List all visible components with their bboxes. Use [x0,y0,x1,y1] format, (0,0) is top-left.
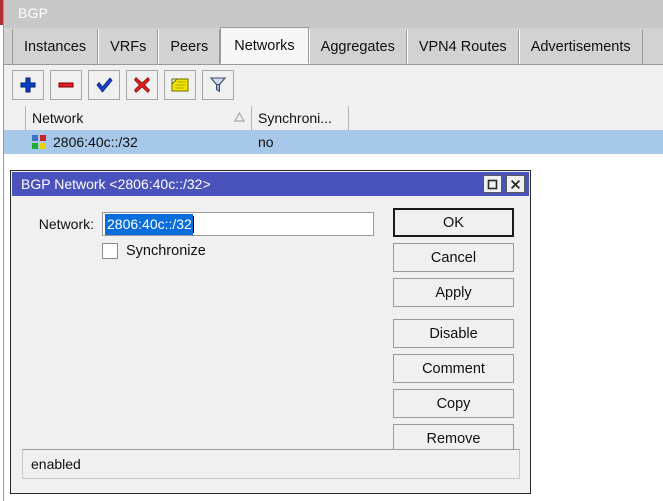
tab-aggregates[interactable]: Aggregates [308,29,407,64]
table-header-row: Network Synchroni... [4,106,663,130]
toolbar-buttons [12,70,234,100]
dialog-title: BGP Network <2806:40c::/32> [21,176,211,192]
copy-button[interactable]: Copy [393,389,514,418]
text-caret [192,215,194,233]
network-field-label: Network: [38,216,94,232]
column-header-synchronize[interactable]: Synchroni... [252,106,349,130]
toolbar [4,64,663,106]
column-header-network[interactable]: Network [26,106,252,130]
sort-ascending-icon [234,112,245,122]
window-accent-sliver [0,0,3,25]
dialog-title-bar[interactable]: BGP Network <2806:40c::/32> [12,172,529,196]
maximize-button[interactable] [483,175,502,193]
ok-button[interactable]: OK [393,208,514,237]
row-cell-network-value: 2806:40c::/32 [53,134,138,150]
dialog-window-controls [483,175,525,193]
dialog-body: Network: 2806:40c::/32 Synchronize OK Ca… [12,196,529,492]
remove-button[interactable] [50,70,82,100]
row-cell-network: 2806:40c::/32 [26,130,252,154]
tab-peers[interactable]: Peers [158,29,221,64]
column-header-filler [349,106,663,130]
check-icon [95,77,113,93]
bgp-network-dialog: BGP Network <2806:40c::/32> Network: 280… [10,170,531,494]
minus-icon [58,82,74,88]
table-row[interactable]: 2806:40c::/32 no [4,130,663,154]
bgp-window: BGP Instances VRFs Peers Networks Aggreg… [0,0,663,501]
close-icon [510,179,521,189]
table-header-gutter [4,106,26,130]
column-header-synchronize-label: Synchroni... [258,110,332,126]
disable-dialog-button[interactable]: Disable [393,319,514,348]
filter-button[interactable] [202,70,234,100]
close-button[interactable] [506,175,525,193]
tab-instances[interactable]: Instances [12,29,99,64]
add-button[interactable] [12,70,44,100]
row-cell-synchronize: no [258,134,274,150]
apply-button[interactable]: Apply [393,278,514,307]
synchronize-checkbox[interactable] [102,243,118,259]
synchronize-checkbox-row[interactable]: Synchronize [102,243,206,259]
cancel-button[interactable]: Cancel [393,243,514,272]
tab-advertisements[interactable]: Advertisements [518,29,643,64]
synchronize-label: Synchronize [126,243,206,259]
cross-icon [134,76,150,94]
plus-icon [20,77,36,93]
maximize-icon [487,179,498,189]
network-input-value: 2806:40c::/32 [105,213,193,235]
tab-vpn4-routes[interactable]: VPN4 Routes [406,29,519,64]
comment-button[interactable] [164,70,196,100]
tab-vrfs[interactable]: VRFs [98,29,159,64]
dialog-button-column: OK Cancel Apply Disable Comment Copy Rem… [393,208,514,459]
column-header-network-label: Network [32,110,84,126]
note-icon [171,78,189,92]
tab-networks[interactable]: Networks [220,27,309,64]
disable-button[interactable] [126,70,158,100]
tab-strip: Instances VRFs Peers Networks Aggregates… [4,27,663,64]
network-quad-icon [32,135,46,149]
window-bottom-filler [4,494,663,501]
network-input[interactable]: 2806:40c::/32 [102,212,374,236]
comment-dialog-button[interactable]: Comment [393,354,514,383]
window-title: BGP [18,5,49,21]
window-title-bar: BGP [4,0,663,28]
row-gutter [4,130,26,154]
network-field-row: Network: 2806:40c::/32 [30,212,390,236]
enable-button[interactable] [88,70,120,100]
tabs-row: Instances VRFs Peers Networks Aggregates… [12,27,643,64]
dialog-status-bar: enabled [22,449,520,479]
funnel-icon [209,77,227,93]
row-cell-filler [349,130,663,154]
